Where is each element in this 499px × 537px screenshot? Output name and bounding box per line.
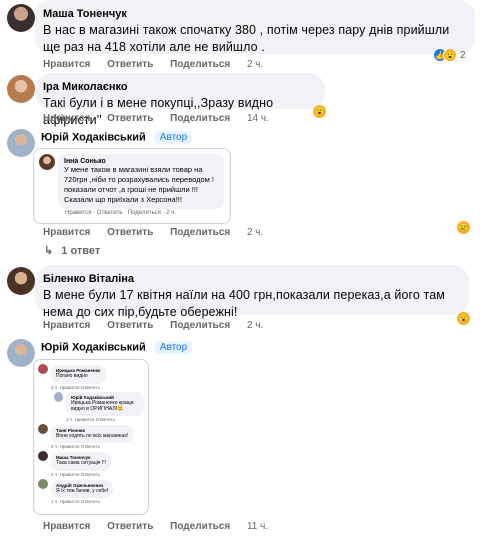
reaction-summary[interactable]: 😮 xyxy=(456,311,471,326)
wow-icon: 😮 xyxy=(312,104,327,119)
comment-time[interactable]: 2 ч. xyxy=(247,59,263,70)
share-button[interactable]: Поделиться xyxy=(170,320,230,331)
haha-icon: 😮 xyxy=(443,48,457,62)
share-button[interactable]: Поделиться xyxy=(170,521,230,532)
comment-bubble: Біленко Віталіна В мене були 17 квітня н… xyxy=(35,265,469,319)
reply-arrow-icon: ↳ xyxy=(44,245,54,257)
share-button[interactable]: Поделиться xyxy=(170,113,230,124)
avatar xyxy=(38,364,48,374)
reaction-summary[interactable]: 👍 😮 2 xyxy=(433,48,466,62)
mini-comment-actions: 2 ч. Нравится Ответить xyxy=(51,471,100,477)
mini-comment-text: Я їх теж бачив, у себе! xyxy=(56,487,109,494)
replies-count: 1 ответ xyxy=(61,245,101,257)
mini-comment-actions: 3 ч. Нравится Ответить xyxy=(66,416,115,422)
comment-author[interactable]: Маша Тоненчук xyxy=(43,7,466,21)
reply-button[interactable]: Ответить xyxy=(107,521,153,532)
comment-text: В мене були 17 квітня наїли на 400 грн,п… xyxy=(43,288,445,319)
comment-actions: Нравится Ответить Поделиться 14 ч. xyxy=(43,113,283,124)
mini-comment-actions: 3 ч. Нравится Ответить xyxy=(51,384,100,390)
reply-button[interactable]: Ответить xyxy=(107,320,153,331)
mini-comment-bubble: Ирицька Романенко Погано видно xyxy=(51,365,106,384)
comment-actions: Нравится Ответить Поделиться 11 ч. xyxy=(43,521,282,532)
mini-comment-actions: 2 ч. Нравится Ответить xyxy=(51,444,100,449)
comment-time[interactable]: 11 ч. xyxy=(247,521,268,532)
reply-button[interactable]: Ответить xyxy=(107,113,153,124)
author-badge: Автор xyxy=(154,131,193,144)
avatar xyxy=(54,391,63,402)
avatar xyxy=(38,478,48,489)
like-button[interactable]: Нравится xyxy=(43,227,90,238)
mini-comment-actions: 1 ч. Нравится Ответить xyxy=(51,499,100,504)
comment-time[interactable]: 2 ч. xyxy=(247,227,263,238)
comment-actions: Нравится Ответить Поделиться 2 ч. xyxy=(43,227,277,238)
mini-comment-bubble: Маша Тоненчук Така сама ситуація !!! xyxy=(51,452,112,471)
mini-comment-text: Така сама ситуація !!! xyxy=(56,460,107,466)
mini-comment-author: Андрій Омельяненко xyxy=(56,482,104,488)
avatar[interactable] xyxy=(7,4,35,32)
mini-comment-text: Ирицька Романенко краще видно в ОРИГІНАЛ… xyxy=(71,399,134,413)
author-badge: Автор xyxy=(154,341,193,354)
like-button[interactable]: Нравится xyxy=(43,320,90,331)
comment-actions: Нравится Ответить Поделиться 2 ч. xyxy=(43,59,277,70)
mini-comment-bubble: Таня Рієнник Вони ходять по всіх магазин… xyxy=(51,424,134,443)
comment-bubble: Маша Тоненчук В нас в магазині також спо… xyxy=(35,0,475,54)
avatar xyxy=(38,423,48,434)
comment-text: В нас в магазині також спочатку 380 , по… xyxy=(43,23,450,54)
mini-comment: Таня Рієнник Вони ходять по всіх магазин… xyxy=(38,423,144,449)
comment-image[interactable]: Інна Сонько У мене також в магазині взял… xyxy=(33,148,231,224)
avatar[interactable] xyxy=(7,129,35,157)
like-button[interactable]: Нравится xyxy=(43,113,90,124)
mini-comment-actions: Нравится · Ответить · Поделиться · 2 ч. xyxy=(65,210,177,216)
mini-comment: Маша Тоненчук Така сама ситуація !!! 2 ч… xyxy=(38,451,144,477)
like-button[interactable]: Нравится xyxy=(43,59,90,70)
mini-comment-bubble: Андрій Омельяненко Я їх теж бачив, у себ… xyxy=(51,479,114,498)
mini-comment-bubble: Інна Сонько У мене також в магазині взял… xyxy=(58,154,224,209)
mini-comment-bubble: Юрій Ходаківський Ирицька Романенко кращ… xyxy=(66,391,144,416)
mini-comment-text: Погано видно xyxy=(56,373,88,379)
mini-comment: Юрій Ходаківський Ирицька Романенко кращ… xyxy=(54,391,144,422)
avatar[interactable] xyxy=(7,75,35,103)
mini-comment-text: У мене також в магазині взяли товар на 7… xyxy=(64,165,214,204)
mini-comment: Ирицька Романенко Погано видно 3 ч. Нрав… xyxy=(38,364,144,390)
mini-comment-text: Вони ходять по всіх магазинах! xyxy=(56,432,129,439)
comment-time[interactable]: 2 ч. xyxy=(247,320,263,331)
comment-author[interactable]: Іра Миколаєнко xyxy=(43,80,316,94)
comment-bubble: Іра Миколаєнко Такі були і в мене покупц… xyxy=(35,73,325,127)
view-replies-link[interactable]: ↳ 1 ответ xyxy=(44,244,100,257)
comment-time[interactable]: 14 ч. xyxy=(247,113,269,124)
reply-button[interactable]: Ответить xyxy=(107,227,153,238)
avatar xyxy=(38,451,48,461)
sad-icon: 😢 xyxy=(456,220,471,235)
comment-actions: Нравится Ответить Поделиться 2 ч. xyxy=(43,320,277,331)
reaction-summary[interactable]: 😮 xyxy=(312,104,327,119)
comment-author-row: Юрій Ходаківський Автор xyxy=(41,341,193,354)
comment-image[interactable]: Ирицька Романенко Погано видно 3 ч. Нрав… xyxy=(33,359,149,515)
avatar xyxy=(39,154,55,170)
comment-author[interactable]: Юрій Ходаківський xyxy=(41,131,146,143)
like-button[interactable]: Нравится xyxy=(43,521,90,532)
wow-icon: 😮 xyxy=(456,311,471,326)
reaction-count: 2 xyxy=(460,49,466,61)
share-button[interactable]: Поделиться xyxy=(170,227,230,238)
mini-comment-author: Інна Сонько xyxy=(64,158,106,165)
avatar[interactable] xyxy=(7,339,35,367)
avatar[interactable] xyxy=(7,267,35,295)
comment-author[interactable]: Біленко Віталіна xyxy=(43,272,460,286)
reaction-summary[interactable]: 😢 xyxy=(456,220,471,235)
share-button[interactable]: Поделиться xyxy=(170,59,230,70)
mini-comment: Андрій Омельяненко Я їх теж бачив, у себ… xyxy=(38,478,144,504)
reply-button[interactable]: Ответить xyxy=(107,59,153,70)
comment-author-row: Юрій Ходаківський Автор xyxy=(41,131,193,144)
comment-author[interactable]: Юрій Ходаківський xyxy=(41,341,146,353)
